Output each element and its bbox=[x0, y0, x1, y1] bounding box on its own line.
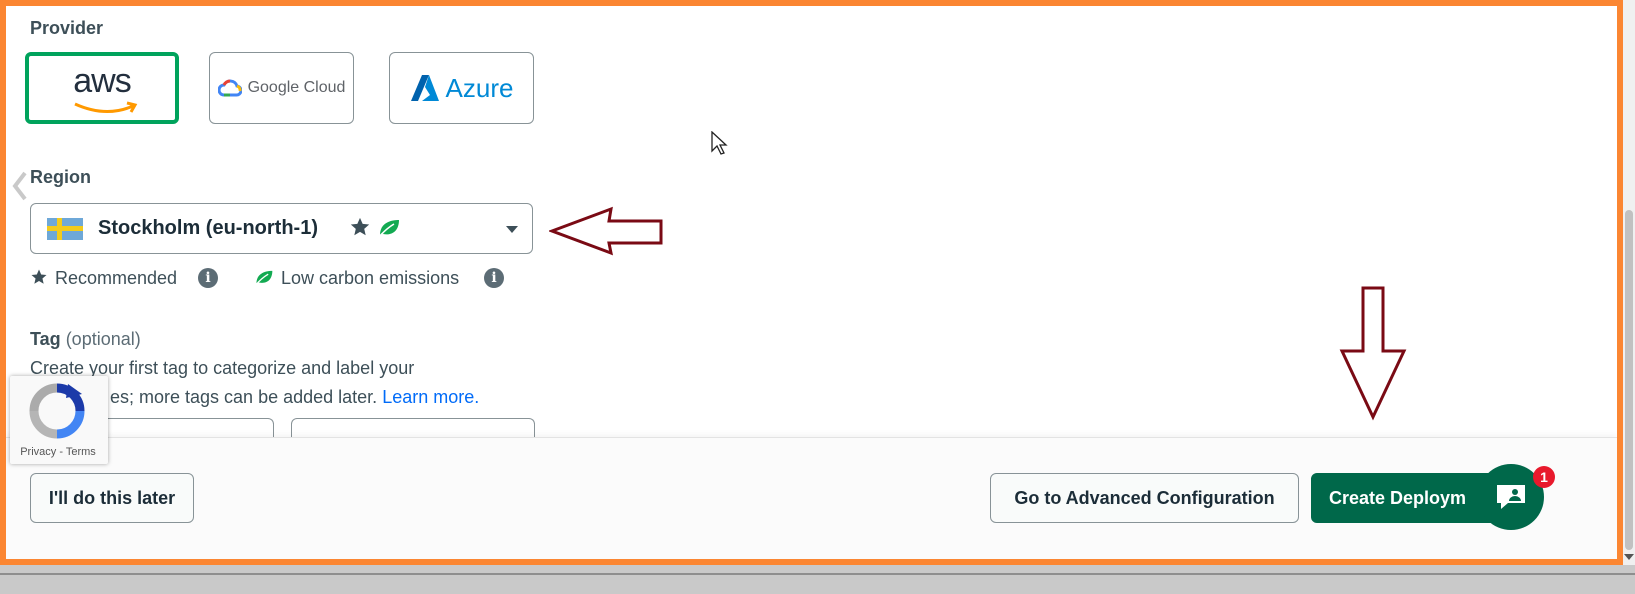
scroll-down-arrow-icon[interactable] bbox=[1624, 554, 1634, 560]
region-value: Stockholm (eu-north-1) bbox=[98, 217, 318, 239]
legend-recommended-text: Recommended bbox=[55, 268, 178, 288]
info-icon[interactable]: i bbox=[198, 268, 218, 288]
tag-label: Tag bbox=[30, 329, 61, 349]
region-select[interactable]: Stockholm (eu-north-1) bbox=[30, 203, 533, 254]
provider-label: Provider bbox=[30, 18, 104, 38]
divider bbox=[0, 573, 1635, 575]
azure-logo-text: Azure bbox=[445, 72, 514, 103]
collapse-chevron-icon[interactable] bbox=[12, 171, 28, 201]
chat-icon bbox=[1497, 485, 1525, 509]
create-deployment-button[interactable]: Create Deploym bbox=[1311, 473, 1501, 523]
star-icon bbox=[31, 269, 47, 284]
scrollbar-thumb[interactable] bbox=[1625, 210, 1633, 550]
background-strip bbox=[0, 565, 1635, 594]
provider-aws-card[interactable]: aws bbox=[25, 52, 179, 124]
region-label: Region bbox=[30, 167, 91, 187]
recaptcha-badge[interactable]: Privacy - Terms bbox=[10, 376, 108, 464]
google-cloud-icon bbox=[217, 79, 242, 97]
tag-description-line2: es; more tags can be added later. Learn … bbox=[110, 387, 479, 408]
chevron-down-icon bbox=[506, 226, 518, 233]
star-icon bbox=[350, 217, 370, 236]
legend-low-carbon-text: Low carbon emissions bbox=[281, 268, 460, 288]
tag-title: Tag (optional) bbox=[30, 329, 141, 350]
do-later-button[interactable]: I'll do this later bbox=[30, 473, 194, 523]
mouse-cursor-icon bbox=[711, 131, 728, 155]
advanced-configuration-button[interactable]: Go to Advanced Configuration bbox=[990, 473, 1299, 523]
aws-smile-icon bbox=[74, 101, 138, 113]
info-icon[interactable]: i bbox=[484, 268, 504, 288]
sweden-flag-icon bbox=[47, 218, 83, 240]
leaf-icon bbox=[378, 220, 399, 238]
tag-optional-label: (optional) bbox=[65, 329, 141, 349]
chat-notification-badge: 1 bbox=[1533, 466, 1555, 488]
annotation-arrow-left-icon bbox=[549, 206, 663, 256]
recaptcha-icon bbox=[29, 383, 85, 439]
provider-google-cloud-card[interactable]: Google Cloud bbox=[209, 52, 354, 124]
vertical-scrollbar[interactable] bbox=[1623, 0, 1635, 565]
google-cloud-logo-text: Google Cloud bbox=[247, 79, 346, 96]
azure-icon bbox=[410, 75, 439, 101]
provider-azure-card[interactable]: Azure bbox=[389, 52, 534, 124]
screenshot-frame: Provider aws Google Cloud Azure Region S… bbox=[0, 0, 1623, 565]
recaptcha-privacy-terms[interactable]: Privacy - Terms bbox=[10, 446, 106, 458]
annotation-arrow-down-icon bbox=[1339, 286, 1407, 421]
leaf-icon bbox=[255, 270, 273, 286]
tag-description-text: es; more tags can be added later. bbox=[110, 387, 378, 407]
learn-more-link[interactable]: Learn more. bbox=[382, 387, 479, 407]
aws-logo-text: aws bbox=[73, 61, 131, 100]
